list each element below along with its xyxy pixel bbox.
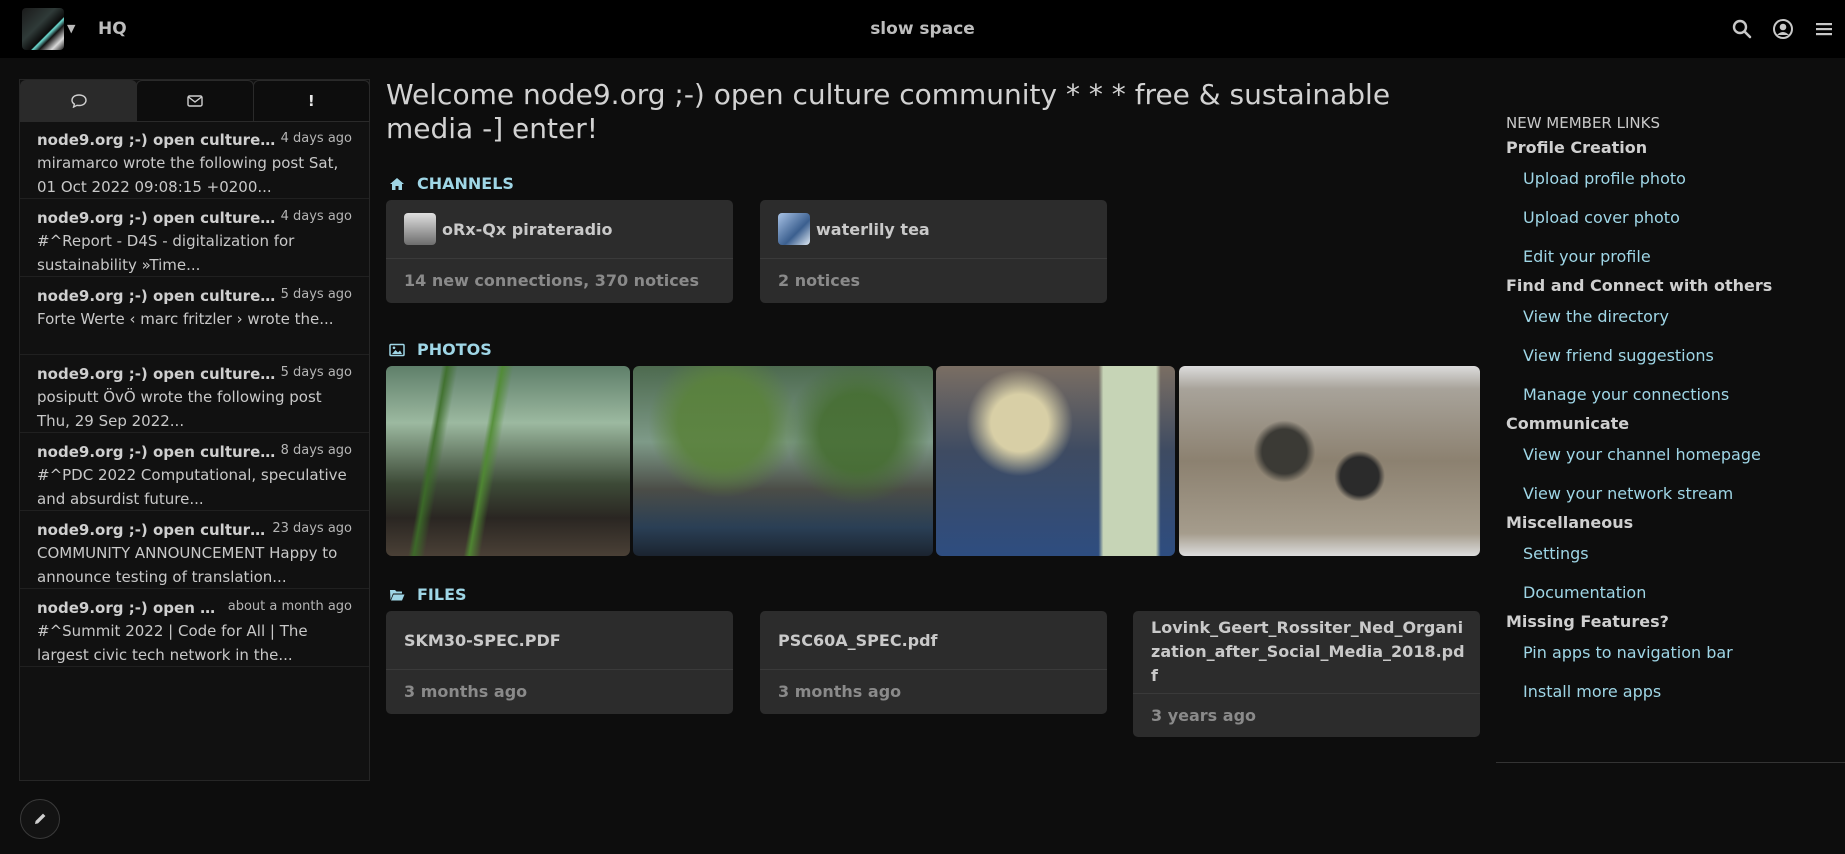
photo-router-plants[interactable] (633, 366, 933, 556)
notification-sender: node9.org ;-) open culture co... (37, 131, 277, 149)
file-age: 3 months ago (404, 682, 528, 701)
notification-item[interactable]: node9.org ;-) open culture co... 4 days a… (20, 121, 369, 199)
notification-sender: node9.org ;-) open culture co... (37, 287, 277, 305)
caret-down-icon[interactable]: ▼ (67, 22, 75, 35)
notification-list: node9.org ;-) open culture co... 4 days a… (20, 121, 369, 667)
nav-title[interactable]: HQ (98, 19, 127, 39)
notification-item[interactable]: node9.org ;-) open culture co... 8 days a… (20, 433, 369, 511)
channel-card[interactable]: waterlily tea 2 notices (760, 200, 1107, 303)
folder-open-icon (390, 589, 405, 600)
chat-icon (70, 94, 87, 108)
link-view-directory[interactable]: View the directory (1523, 307, 1845, 326)
channel-stats: 14 new connections, 370 notices (404, 271, 700, 290)
tab-mail[interactable] (136, 80, 254, 122)
site-logo[interactable] (22, 8, 64, 50)
link-network-stream[interactable]: View your network stream (1523, 484, 1845, 503)
files-heading: FILES (389, 585, 467, 604)
photos-heading: PHOTOS (389, 340, 492, 359)
file-age: 3 months ago (778, 682, 902, 701)
notification-time: 23 days ago (272, 521, 352, 536)
link-upload-cover-photo[interactable]: Upload cover photo (1523, 208, 1845, 227)
navbar: ▼ HQ slow space (0, 0, 1845, 58)
new-member-links: NEW MEMBER LINKS Profile Creation Upload… (1496, 110, 1845, 763)
search-icon[interactable] (1731, 18, 1753, 40)
group-title: Missing Features? (1506, 612, 1669, 631)
notification-tabs: ! (20, 80, 370, 122)
notification-item[interactable]: node9.org ;-) open culture co... 23 days … (20, 511, 369, 589)
channels-heading: CHANNELS (389, 174, 514, 193)
user-icon[interactable] (1772, 18, 1794, 40)
link-documentation[interactable]: Documentation (1523, 583, 1845, 602)
notification-time: 4 days ago (280, 209, 352, 224)
channels-heading-label: CHANNELS (417, 174, 514, 193)
channel-avatar (404, 213, 436, 245)
notification-time: 8 days ago (280, 443, 352, 458)
notification-body: Forte Werte ‹ marc fritzler › wrote the.… (37, 310, 334, 328)
photo-plants-window[interactable] (386, 366, 630, 556)
notification-time: 5 days ago (280, 365, 352, 380)
notification-sender: node9.org ;-) open culture co... (37, 443, 277, 461)
file-card[interactable]: Lovink_Geert_Rossiter_Ned_Organization_a… (1133, 611, 1480, 737)
photo-open-chassis[interactable] (1179, 366, 1480, 556)
channel-stats: 2 notices (778, 271, 861, 290)
link-edit-profile[interactable]: Edit your profile (1523, 247, 1845, 266)
notification-item[interactable]: node9.org ;-) open culture co... 5 days a… (20, 277, 369, 355)
alert-icon: ! (307, 92, 315, 110)
home-icon (390, 177, 404, 190)
notification-sender: node9.org ;-) open culture co... (37, 209, 277, 227)
link-install-apps[interactable]: Install more apps (1523, 682, 1845, 701)
notifications-panel: ! node9.org ;-) open culture co... 4 days… (19, 79, 370, 781)
notification-body: #^Report - D4S - digitalization for sust… (37, 232, 295, 274)
channel-card[interactable]: oRx-Qx pirateradio 14 new connections, 3… (386, 200, 733, 303)
photos-heading-label: PHOTOS (417, 340, 492, 359)
notification-time: 4 days ago (280, 131, 352, 146)
notification-item[interactable]: node9.org ;-) open culture co... 4 days a… (20, 199, 369, 277)
nav-center-title: slow space (870, 19, 975, 39)
file-name[interactable]: PSC60A_SPEC.pdf (760, 611, 1107, 670)
group-title: Profile Creation (1506, 138, 1648, 157)
link-manage-connections[interactable]: Manage your connections (1523, 385, 1845, 404)
notification-time: 5 days ago (280, 287, 352, 302)
link-settings[interactable]: Settings (1523, 544, 1845, 563)
group-title: Miscellaneous (1506, 513, 1634, 532)
link-channel-homepage[interactable]: View your channel homepage (1523, 445, 1845, 464)
sidebar-heading: NEW MEMBER LINKS (1506, 114, 1660, 132)
compose-button[interactable] (20, 799, 60, 839)
notification-item[interactable]: node9.org ;-) open culture co... 5 days a… (20, 355, 369, 433)
file-card[interactable]: PSC60A_SPEC.pdf 3 months ago (760, 611, 1107, 714)
notification-item[interactable]: node9.org ;-) open cult...about a month … (20, 589, 369, 667)
channel-name[interactable]: oRx-Qx pirateradio (442, 220, 613, 239)
notification-sender: node9.org ;-) open cult... (37, 599, 224, 617)
link-friend-suggestions[interactable]: View friend suggestions (1523, 346, 1845, 365)
notification-body: #^Summit 2022 | Code for All | The large… (37, 622, 308, 664)
pencil-icon (35, 813, 46, 824)
notification-sender: node9.org ;-) open culture co... (37, 365, 277, 383)
file-name[interactable]: Lovink_Geert_Rossiter_Ned_Organization_a… (1133, 611, 1480, 694)
file-age: 3 years ago (1151, 706, 1257, 725)
tab-alerts[interactable]: ! (252, 80, 370, 122)
notification-sender: node9.org ;-) open culture co... (37, 521, 268, 539)
notification-body: #^PDC 2022 Computational, speculative an… (37, 466, 347, 508)
image-icon (389, 343, 405, 356)
file-card[interactable]: SKM30-SPEC.PDF 3 months ago (386, 611, 733, 714)
notification-body: miramarco wrote the following post Sat, … (37, 154, 339, 196)
group-title: Find and Connect with others (1506, 276, 1773, 295)
link-upload-profile-photo[interactable]: Upload profile photo (1523, 169, 1845, 188)
notification-time: about a month ago (227, 599, 352, 614)
welcome-heading: Welcome node9.org ;-) open culture commu… (386, 78, 1391, 145)
files-heading-label: FILES (417, 585, 467, 604)
menu-icon[interactable] (1813, 18, 1835, 40)
notification-body: COMMUNITY ANNOUNCEMENT Happy to announce… (37, 544, 338, 586)
channel-name[interactable]: waterlily tea (816, 220, 930, 239)
notification-body: posiputt ÖvÖ wrote the following post Th… (37, 388, 322, 430)
group-title: Communicate (1506, 414, 1630, 433)
photo-electronics-box[interactable] (936, 366, 1175, 556)
link-pin-apps[interactable]: Pin apps to navigation bar (1523, 643, 1845, 662)
channel-avatar (778, 213, 810, 245)
file-name[interactable]: SKM30-SPEC.PDF (386, 611, 733, 670)
mail-icon (187, 95, 203, 107)
tab-chat[interactable] (20, 80, 138, 122)
